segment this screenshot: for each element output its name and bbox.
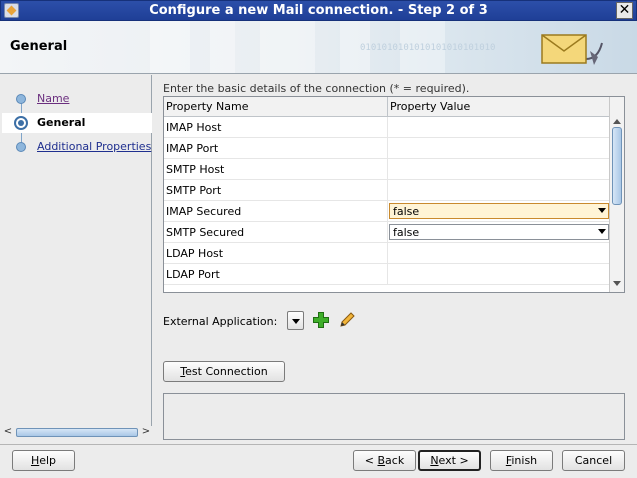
table-row[interactable]: SMTP Port	[164, 180, 610, 201]
wizard-steps-nav: Name General Additional Properties	[2, 75, 152, 426]
property-name-cell: LDAP Port	[166, 268, 220, 281]
binary-decoration: 0101010101010101010101010	[360, 43, 496, 53]
column-header-property-value[interactable]: Property Value	[390, 100, 470, 113]
cancel-button[interactable]: Cancel	[562, 450, 625, 471]
button-label: ack	[385, 454, 405, 467]
imap-secured-select[interactable]: false	[389, 203, 609, 219]
finish-button[interactable]: Finish	[490, 450, 553, 471]
page-title: General	[10, 39, 68, 54]
scroll-down-icon[interactable]	[613, 281, 621, 286]
back-button[interactable]: < Back	[353, 450, 416, 471]
button-label: ext >	[438, 454, 469, 467]
window-title: Configure a new Mail connection. - Step …	[149, 3, 488, 18]
table-header: Property Name Property Value	[164, 97, 610, 117]
table-row[interactable]: SMTP Host	[164, 159, 610, 180]
nav-item-name[interactable]: Name	[2, 89, 152, 109]
external-application-label: External Application:	[163, 315, 278, 328]
mnemonic: H	[30, 454, 40, 467]
mail-envelope-icon	[541, 34, 603, 65]
nav-label-general: General	[37, 116, 86, 129]
property-name-cell: SMTP Host	[166, 163, 225, 176]
property-name-cell: SMTP Port	[166, 184, 222, 197]
select-value: false	[393, 205, 420, 218]
chevron-down-icon[interactable]	[598, 208, 606, 213]
property-name-cell: LDAP Host	[166, 247, 224, 260]
add-icon[interactable]	[312, 311, 330, 329]
table-row[interactable]: LDAP Host	[164, 243, 610, 264]
column-header-property-name[interactable]: Property Name	[166, 100, 249, 113]
smtp-secured-select[interactable]: false	[389, 224, 609, 240]
scroll-up-icon[interactable]	[613, 119, 621, 124]
property-name-cell: SMTP Secured	[166, 226, 245, 239]
button-label: inish	[511, 454, 538, 467]
wizard-header: General 0101010101010101010101010	[0, 21, 637, 74]
table-row[interactable]: LDAP Port	[164, 264, 610, 285]
close-button[interactable]: ✕	[616, 2, 633, 19]
instruction-text: Enter the basic details of the connectio…	[163, 82, 470, 95]
help-button[interactable]: Help	[12, 450, 75, 471]
footer-divider	[0, 444, 637, 445]
test-connection-button[interactable]: Test Connection	[163, 361, 285, 382]
property-name-cell: IMAP Secured	[166, 205, 242, 218]
message-area	[163, 393, 625, 440]
scroll-right-icon[interactable]: >	[140, 425, 152, 439]
step-dot-icon	[16, 142, 26, 152]
chevron-down-icon[interactable]	[598, 229, 606, 234]
nav-horizontal-scrollbar[interactable]: < >	[2, 425, 152, 439]
next-button[interactable]: Next >	[418, 450, 481, 471]
property-name-cell: IMAP Port	[166, 142, 219, 155]
title-bar: Configure a new Mail connection. - Step …	[0, 0, 637, 21]
table-vertical-scrollbar[interactable]	[609, 97, 624, 292]
step-dot-icon	[16, 94, 26, 104]
property-name-cell: IMAP Host	[166, 121, 222, 134]
properties-table: Property Name Property Value IMAP Host I…	[163, 96, 625, 293]
table-row[interactable]: SMTP Secured false	[164, 222, 610, 243]
nav-label-name[interactable]: Name	[37, 92, 69, 105]
nav-item-general[interactable]: General	[2, 113, 152, 133]
button-prefix: <	[364, 454, 378, 467]
mnemonic: B	[377, 454, 386, 467]
select-value: false	[393, 226, 420, 239]
button-label: est Connection	[185, 365, 268, 378]
scroll-thumb[interactable]	[612, 127, 622, 205]
current-step-icon	[14, 116, 28, 130]
nav-label-additional-properties[interactable]: Additional Properties	[37, 140, 151, 153]
pencil-edit-icon[interactable]	[338, 311, 356, 329]
button-label: elp	[39, 454, 57, 467]
external-application-dropdown[interactable]	[287, 311, 304, 330]
scroll-thumb[interactable]	[16, 428, 138, 437]
table-row[interactable]: IMAP Secured false	[164, 201, 610, 222]
table-row[interactable]: IMAP Host	[164, 117, 610, 138]
table-row[interactable]: IMAP Port	[164, 138, 610, 159]
nav-item-additional-properties[interactable]: Additional Properties	[2, 137, 152, 157]
scroll-left-icon[interactable]: <	[2, 425, 14, 439]
mnemonic: N	[430, 454, 439, 467]
